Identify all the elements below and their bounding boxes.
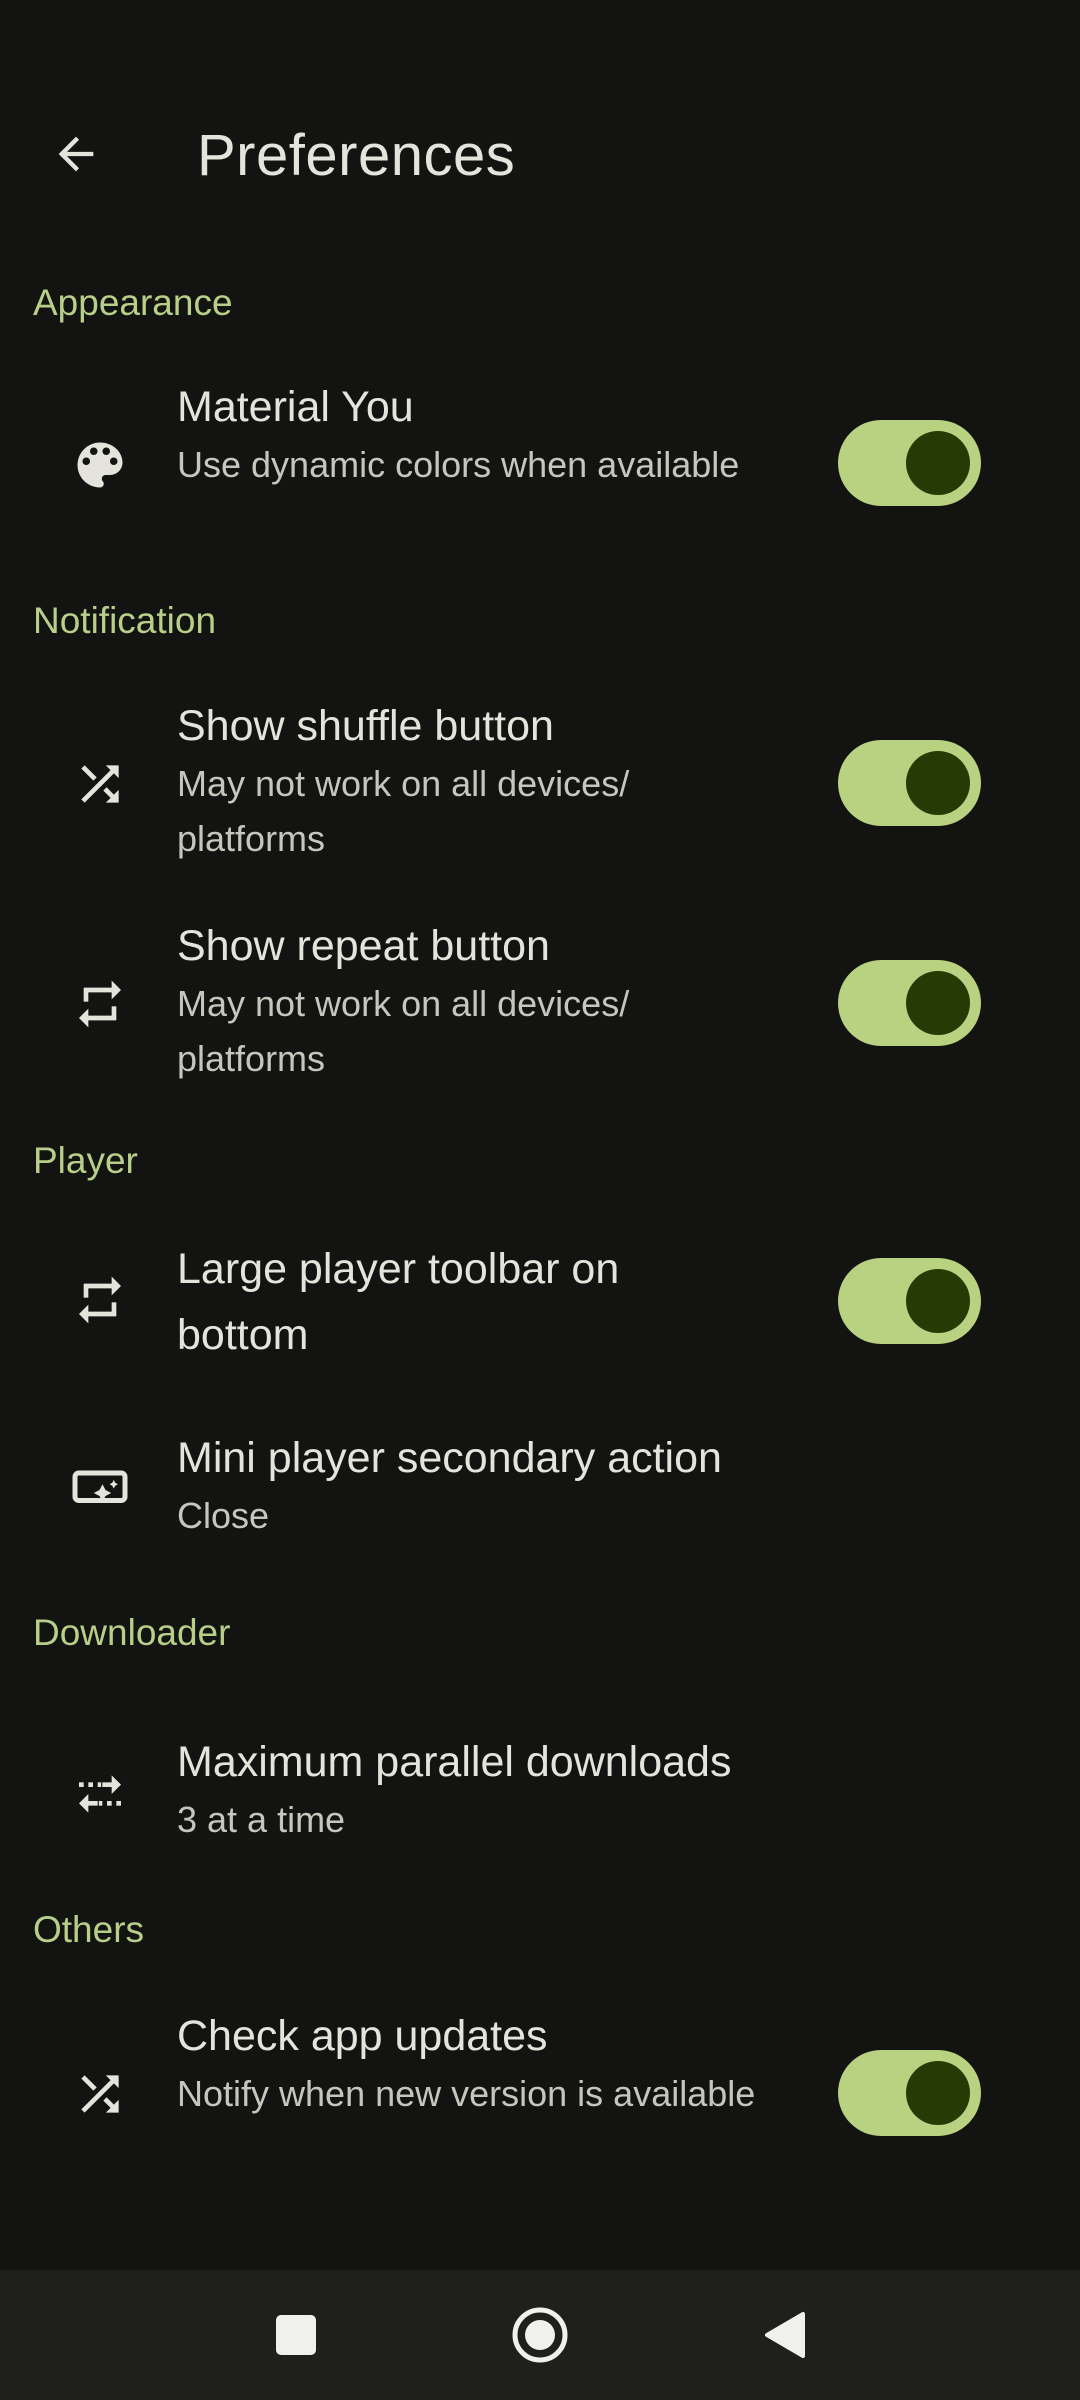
setting-parallel-downloads[interactable]: Maximum parallel downloads 3 at a time [0, 1730, 1080, 1860]
section-header-others: Others [33, 1909, 145, 1950]
repeat-icon [60, 1260, 140, 1340]
setting-title: Check app updates [177, 2012, 548, 2060]
show-repeat-toggle[interactable] [838, 960, 981, 1046]
shuffle-icon [60, 2054, 140, 2134]
top-app-bar: Preferences [0, 0, 1080, 240]
setting-subtitle: Close [177, 1495, 270, 1536]
square-icon [276, 2315, 316, 2355]
recents-button[interactable] [236, 2270, 356, 2400]
switch-thumb [906, 751, 970, 815]
section-header-player: Player [33, 1140, 138, 1181]
switch-thumb [906, 971, 970, 1035]
palette-icon [60, 425, 140, 505]
setting-title: Mini player secondary action [177, 1434, 722, 1482]
system-navigation-bar [0, 2270, 1080, 2400]
switch-thumb [906, 2061, 970, 2125]
show-shuffle-toggle[interactable] [838, 740, 981, 826]
setting-title: Maximum parallel downloads [177, 1738, 732, 1786]
parallel-arrows-icon [60, 1754, 140, 1834]
setting-mini-player-action[interactable]: Mini player secondary action Close [0, 1426, 1080, 1556]
shuffle-icon [60, 744, 140, 824]
switch-thumb [906, 1269, 970, 1333]
setting-subtitle: May not work on all devices/ platforms [177, 983, 630, 1079]
page-title: Preferences [197, 123, 516, 188]
setting-check-updates[interactable]: Check app updates Notify when new versio… [0, 2004, 1080, 2184]
setting-title: Large player toolbar on bottom [177, 1245, 620, 1359]
setting-show-repeat[interactable]: Show repeat button May not work on all d… [0, 914, 1080, 1094]
switch-thumb [906, 431, 970, 495]
setting-subtitle: Notify when new version is available [177, 2073, 756, 2114]
triangle-back-icon [765, 2312, 805, 2358]
circle-icon [512, 2307, 568, 2363]
large-toolbar-toggle[interactable] [838, 1258, 981, 1344]
back-nav-button[interactable] [724, 2270, 844, 2400]
setting-title: Show repeat button [177, 922, 550, 970]
section-header-notification: Notification [33, 600, 217, 641]
setting-subtitle: May not work on all devices/ platforms [177, 763, 630, 859]
section-header-appearance: Appearance [33, 282, 233, 323]
check-updates-toggle[interactable] [838, 2050, 981, 2136]
back-button[interactable] [40, 118, 112, 190]
section-header-downloader: Downloader [33, 1612, 231, 1653]
setting-title: Show shuffle button [177, 702, 554, 750]
setting-material-you[interactable]: Material You Use dynamic colors when ava… [0, 375, 1080, 555]
material-you-toggle[interactable] [838, 420, 981, 506]
arrow-back-icon [58, 136, 94, 172]
setting-subtitle: 3 at a time [177, 1799, 346, 1840]
setting-title: Material You [177, 383, 414, 431]
setting-subtitle: Use dynamic colors when available [177, 444, 740, 485]
home-button[interactable] [480, 2270, 600, 2400]
repeat-icon [60, 964, 140, 1044]
setting-large-toolbar[interactable]: Large player toolbar on bottom [0, 1236, 1080, 1376]
setting-show-shuffle[interactable]: Show shuffle button May not work on all … [0, 694, 1080, 874]
mini-player-icon [60, 1448, 140, 1528]
